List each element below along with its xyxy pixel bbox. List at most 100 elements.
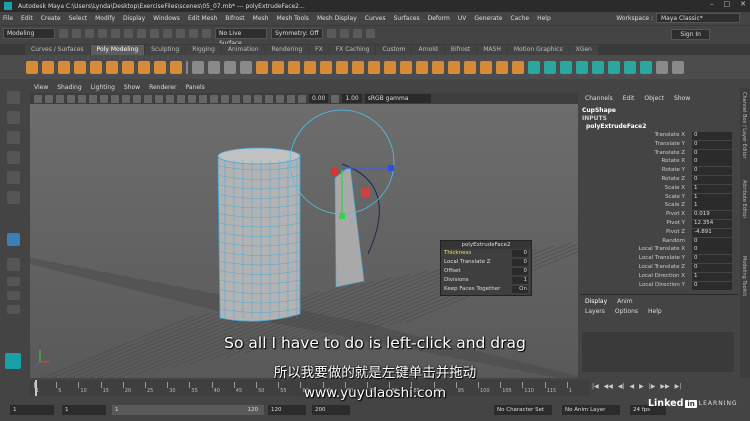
chamfer-icon[interactable]: [496, 60, 508, 74]
channel-row[interactable]: Local Translate Y 0: [580, 255, 732, 264]
current-start-field[interactable]: 1: [62, 405, 106, 415]
tab-channel-box[interactable]: Channel Box / Layer Editor: [741, 92, 747, 159]
start-time-field[interactable]: 1: [10, 405, 54, 415]
menu-mesh-tools[interactable]: Mesh Tools: [276, 15, 308, 22]
channel-menu-channels[interactable]: Channels: [585, 95, 613, 102]
platonic-solid-icon[interactable]: [138, 60, 150, 74]
snap-point-icon[interactable]: [189, 29, 198, 38]
options-menu[interactable]: Options: [615, 308, 638, 315]
separate-icon[interactable]: [208, 60, 220, 74]
new-scene-icon[interactable]: [59, 29, 68, 38]
sign-in-button[interactable]: Sign In: [671, 29, 710, 40]
scale-tool-icon[interactable]: [7, 191, 20, 204]
exposure-field[interactable]: 0.00: [309, 94, 329, 103]
poly-plane-icon[interactable]: [106, 60, 118, 74]
gate-mask-icon[interactable]: [111, 94, 119, 103]
channel-row[interactable]: Pivot Z -4.891: [580, 228, 732, 238]
channel-value[interactable]: 1: [692, 193, 732, 202]
channel-value[interactable]: 0: [692, 132, 732, 140]
smooth-icon[interactable]: [224, 60, 236, 74]
minimize-button[interactable]: –: [710, 0, 714, 8]
shelf-tab-custom[interactable]: Custom: [376, 45, 412, 55]
channel-row[interactable]: Translate Y 0: [580, 140, 732, 150]
sculpt-icon[interactable]: [672, 60, 684, 74]
ipr-render-icon[interactable]: [340, 29, 349, 38]
move-tool-icon[interactable]: [7, 151, 20, 164]
combine-icon[interactable]: [192, 60, 204, 74]
panel-menu-panels[interactable]: Panels: [185, 84, 204, 91]
channel-value[interactable]: 0: [692, 176, 732, 184]
menu-file[interactable]: File: [3, 15, 13, 22]
select-object-icon[interactable]: [137, 29, 146, 38]
channel-row[interactable]: Scale X 1: [580, 184, 732, 194]
wireframe-icon[interactable]: [155, 94, 163, 103]
in-view-attr-row[interactable]: Keep Faces Together On: [441, 285, 531, 294]
use-all-lights-icon[interactable]: [199, 94, 207, 103]
reduce-icon[interactable]: [512, 60, 524, 74]
textured-icon[interactable]: [188, 94, 196, 103]
channel-row[interactable]: Scale Z 1: [580, 202, 732, 211]
color-space-dropdown[interactable]: sRGB gamma: [364, 94, 431, 103]
channel-menu-show[interactable]: Show: [674, 95, 690, 102]
planar-map-icon[interactable]: [544, 60, 556, 74]
tab-attribute-editor[interactable]: Attribute Editor: [741, 180, 747, 218]
menu-edit[interactable]: Edit: [21, 15, 33, 22]
channel-value[interactable]: 0: [692, 167, 732, 176]
menu-deform[interactable]: Deform: [428, 15, 450, 22]
boolean-union-icon[interactable]: [256, 60, 268, 74]
in-view-attr-row[interactable]: Thickness 0: [441, 249, 531, 258]
poly-cube-icon[interactable]: [42, 60, 54, 74]
input-node-name[interactable]: polyExtrudeFace2: [586, 123, 646, 130]
channel-value[interactable]: 12.354: [692, 220, 732, 228]
in-view-attr-row[interactable]: Divisions 1: [441, 276, 531, 285]
character-set-dropdown[interactable]: No Character Set: [494, 405, 552, 415]
shelf-tab-rendering[interactable]: Rendering: [265, 45, 309, 55]
collapse-icon[interactable]: [432, 60, 444, 74]
safe-title-icon[interactable]: [144, 94, 152, 103]
persp-outliner-layout-icon[interactable]: [7, 291, 20, 300]
smooth-shade-icon[interactable]: [166, 94, 174, 103]
poly-cone-icon[interactable]: [74, 60, 86, 74]
menu-set-dropdown[interactable]: Modeling: [3, 28, 55, 39]
menu-edit-mesh[interactable]: Edit Mesh: [188, 15, 217, 22]
channel-value[interactable]: -4.891: [692, 228, 732, 237]
channel-value[interactable]: 0: [692, 237, 732, 246]
workspace-dropdown[interactable]: Maya Classic*: [656, 13, 740, 23]
channel-row[interactable]: Rotate Y 0: [580, 167, 732, 176]
menu-curves[interactable]: Curves: [365, 15, 386, 22]
menu-mesh-display[interactable]: Mesh Display: [317, 15, 357, 22]
menu-uv[interactable]: UV: [458, 15, 467, 22]
in-view-attr-row[interactable]: Local Translate Z 0: [441, 258, 531, 267]
attr-value[interactable]: 0: [512, 268, 528, 275]
isolate-select-icon[interactable]: [265, 94, 273, 103]
wedge-icon[interactable]: [480, 60, 492, 74]
paint-select-tool-icon[interactable]: [7, 131, 20, 144]
sew-uv-icon[interactable]: [640, 60, 652, 74]
tab-modeling-toolkit[interactable]: Modeling Toolkit: [741, 256, 747, 296]
playback-end-field[interactable]: 200: [312, 405, 350, 415]
panel-menu-view[interactable]: View: [34, 84, 48, 91]
render-icon[interactable]: [327, 29, 336, 38]
shelf-tab-curves-surfaces[interactable]: Curves / Surfaces: [25, 45, 90, 55]
panel-menu-renderer[interactable]: Renderer: [149, 84, 176, 91]
symmetry-dropdown[interactable]: Symmetry: Off: [271, 28, 323, 39]
channel-row[interactable]: Local Direction Y 0: [580, 281, 732, 291]
boolean-intersection-icon[interactable]: [288, 60, 300, 74]
menu-windows[interactable]: Windows: [153, 15, 180, 22]
camera-select-icon[interactable]: [34, 94, 42, 103]
shelf-tab-rigging[interactable]: Rigging: [186, 45, 221, 55]
channel-row[interactable]: Local Translate Z 0: [580, 264, 732, 273]
tab-anim[interactable]: Anim: [617, 298, 632, 305]
menu-surfaces[interactable]: Surfaces: [394, 15, 420, 22]
channel-row[interactable]: Translate X 0: [580, 132, 732, 141]
grid-toggle-icon[interactable]: [78, 94, 86, 103]
poly-cylinder-icon[interactable]: [58, 60, 70, 74]
channel-row[interactable]: Rotate Z 0: [580, 176, 732, 185]
channel-row[interactable]: Local Direction X 1: [580, 272, 732, 282]
poly-disc-icon[interactable]: [122, 60, 134, 74]
four-view-layout-icon[interactable]: [7, 277, 20, 286]
tab-display[interactable]: Display: [585, 298, 607, 305]
anim-layer-dropdown[interactable]: No Anim Layer: [562, 405, 620, 415]
camera-attributes-icon[interactable]: [45, 94, 53, 103]
persp-graph-layout-icon[interactable]: [7, 305, 20, 314]
